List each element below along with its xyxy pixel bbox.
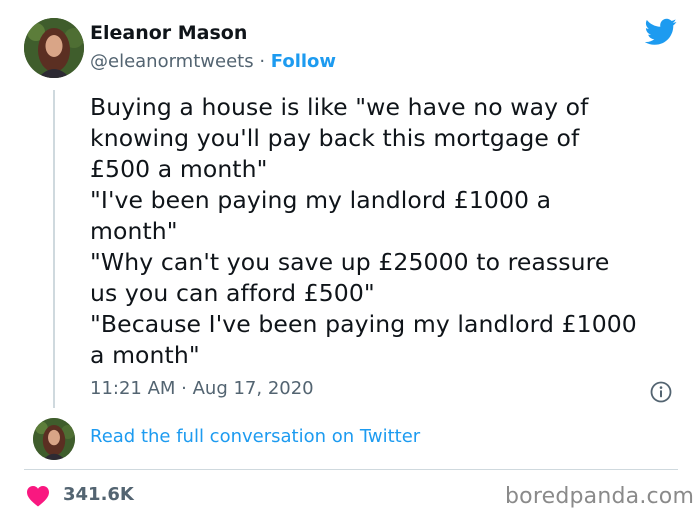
info-icon[interactable]: [650, 381, 672, 403]
tweet-timestamp[interactable]: 11:21 AM · Aug 17, 2020: [90, 378, 314, 399]
author-handle[interactable]: @eleanormtweets: [90, 51, 254, 72]
boredpanda-watermark: boredpanda.com: [505, 484, 695, 509]
follow-button[interactable]: Follow: [271, 51, 336, 72]
twitter-bird-icon[interactable]: [645, 18, 677, 46]
handle-separator: ·: [253, 51, 271, 72]
likes-count: 341.6K: [63, 484, 134, 505]
conversation-avatar[interactable]: [33, 418, 75, 460]
divider: [24, 469, 678, 470]
author-display-name[interactable]: Eleanor Mason: [90, 22, 247, 44]
author-handle-line: @eleanormtweets · Follow: [90, 51, 336, 72]
read-conversation-link[interactable]: Read the full conversation on Twitter: [90, 426, 420, 447]
author-avatar[interactable]: [24, 18, 84, 78]
thread-connector-line: [53, 90, 55, 408]
heart-icon[interactable]: [26, 485, 50, 507]
tweet-text: Buying a house is like "we have no way o…: [90, 93, 637, 369]
